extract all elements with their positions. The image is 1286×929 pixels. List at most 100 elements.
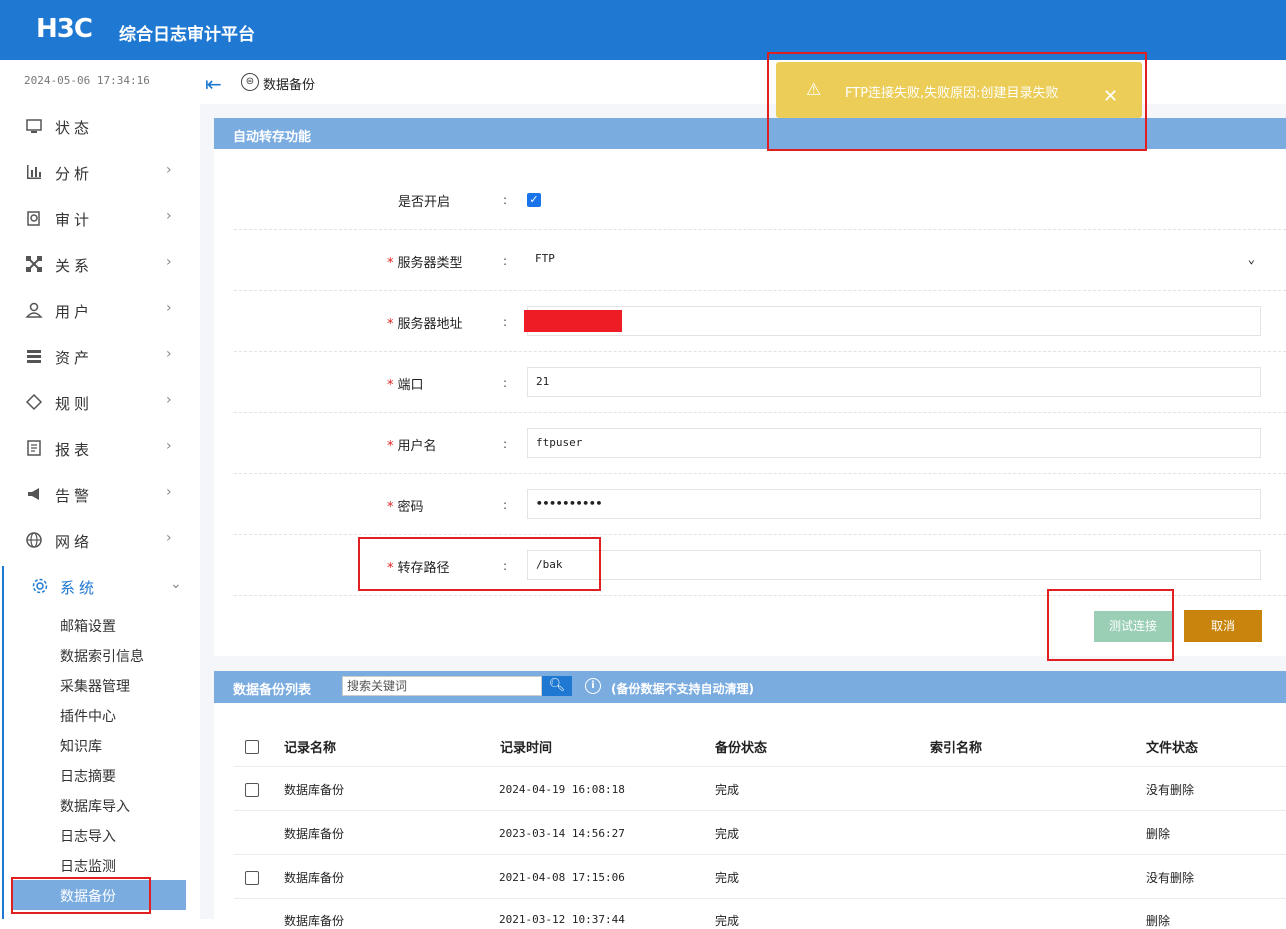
chevron-right-icon: › — [166, 254, 172, 270]
sidebar-subitem-log-summary[interactable]: 日志摘要 — [60, 766, 116, 786]
cell-file-status: 删除 — [1146, 914, 1171, 928]
backup-table — [214, 703, 1286, 919]
audit-icon — [24, 209, 44, 229]
sidebar-item-asset[interactable]: 资产 › — [0, 337, 200, 377]
port-label: * 端口 — [387, 374, 424, 393]
sidebar-item-relation[interactable]: 关系 › — [0, 245, 200, 285]
cell-status: 完成 — [715, 783, 740, 797]
sidebar-subitem-mail-settings[interactable]: 邮箱设置 — [60, 616, 116, 636]
cell-name: 数据库备份 — [284, 827, 345, 841]
cell-time: 2021-03-12 10:37:44 — [499, 913, 625, 926]
cell-status: 完成 — [715, 914, 740, 928]
bar-chart-icon — [24, 163, 44, 183]
sidebar-item-network[interactable]: 网络 › — [0, 521, 200, 561]
cell-name: 数据库备份 — [284, 871, 345, 885]
sidebar-item-status[interactable]: 状态 — [0, 107, 200, 147]
row-divider — [234, 290, 1286, 291]
server-address-input[interactable] — [527, 306, 1261, 336]
user-icon — [24, 301, 44, 321]
sidebar-subitem-db-import[interactable]: 数据库导入 — [60, 796, 130, 816]
password-input[interactable]: •••••••••• — [527, 489, 1261, 519]
highlight-box-path — [358, 537, 601, 591]
breadcrumb-page: 数据备份 — [263, 78, 316, 93]
sidebar-item-analysis[interactable]: 分析 › — [0, 153, 200, 193]
row-divider — [234, 854, 1286, 855]
sidebar-item-user[interactable]: 用户 › — [0, 291, 200, 331]
sidebar-item-label: 系统 — [60, 579, 99, 597]
sidebar-subitem-log-monitor[interactable]: 日志监测 — [60, 856, 116, 876]
sidebar-item-audit[interactable]: 审计 › — [0, 199, 200, 239]
column-header: 文件状态 — [1146, 741, 1199, 756]
required-mark: * — [387, 439, 394, 454]
path-input[interactable]: /bak — [527, 550, 1261, 580]
chevron-right-icon: › — [166, 162, 172, 178]
sidebar-subitem-knowledge-base[interactable]: 知识库 — [60, 736, 102, 756]
cell-time: 2023-03-14 14:56:27 — [499, 827, 625, 840]
search-button[interactable]: 🔍︎ — [542, 676, 572, 696]
cell-file-status: 没有删除 — [1146, 871, 1195, 885]
colon: : — [503, 376, 508, 390]
sidebar-item-report[interactable]: 报表 › — [0, 429, 200, 469]
colon: : — [503, 498, 508, 512]
chevron-right-icon: › — [166, 208, 172, 224]
colon: : — [503, 254, 508, 268]
row-divider — [234, 810, 1286, 811]
cell-file-status: 删除 — [1146, 827, 1171, 841]
chevron-right-icon: › — [166, 300, 172, 316]
sidebar-item-rules[interactable]: 规则 › — [0, 383, 200, 423]
required-mark: * — [387, 500, 394, 515]
sidebar-item-label: 用户 — [55, 303, 94, 321]
diamond-icon — [24, 393, 44, 413]
collapse-sidebar-icon[interactable]: ⇤ — [205, 72, 222, 96]
sidebar-item-label: 告警 — [55, 487, 94, 505]
row-divider — [234, 534, 1286, 535]
chevron-right-icon: › — [166, 438, 172, 454]
sidebar-item-label: 状态 — [55, 119, 94, 137]
cell-name: 数据库备份 — [284, 914, 345, 928]
megaphone-icon — [24, 485, 44, 505]
sidebar-subitem-log-import[interactable]: 日志导入 — [60, 826, 116, 846]
sidebar-item-label: 审计 — [55, 211, 94, 229]
colon: : — [503, 437, 508, 451]
sidebar-subitem-collector[interactable]: 采集器管理 — [60, 676, 130, 696]
chevron-right-icon: › — [166, 346, 172, 362]
row-divider — [234, 351, 1286, 352]
server-type-select[interactable]: FTP ⌄ — [527, 245, 1261, 275]
row-checkbox[interactable] — [245, 783, 259, 797]
chevron-down-icon: ⌄ — [170, 576, 182, 592]
server-type-label-text: 服务器类型 — [397, 256, 463, 271]
row-checkbox[interactable] — [245, 871, 259, 885]
server-address-label: * 服务器地址 — [387, 313, 463, 332]
report-icon — [24, 439, 44, 459]
server-type-label: * 服务器类型 — [387, 252, 463, 271]
required-mark: * — [387, 256, 394, 271]
cell-status: 完成 — [715, 827, 740, 841]
colon: : — [503, 193, 508, 207]
row-divider — [234, 229, 1286, 230]
cell-time: 2021-04-08 17:15:06 — [499, 871, 625, 884]
highlight-box-test — [1047, 589, 1174, 661]
password-label-text: 密码 — [397, 500, 424, 515]
system-group-indicator — [2, 566, 4, 919]
sidebar-item-system[interactable]: 系统 ⌄ — [0, 567, 200, 607]
server-address-label-text: 服务器地址 — [397, 317, 463, 332]
username-input[interactable]: ftpuser — [527, 428, 1261, 458]
search-input[interactable]: 搜索关键词 — [342, 676, 542, 696]
column-header: 记录时间 — [500, 741, 553, 756]
port-input[interactable]: 21 — [527, 367, 1261, 397]
cancel-button[interactable]: 取消 — [1184, 610, 1262, 642]
sidebar-subitem-data-index[interactable]: 数据索引信息 — [60, 646, 144, 666]
select-all-checkbox[interactable] — [245, 740, 259, 754]
chevron-right-icon: › — [166, 530, 172, 546]
network-relation-icon — [24, 255, 44, 275]
info-icon: i — [585, 678, 601, 694]
chevron-right-icon: › — [166, 484, 172, 500]
panel-title: 自动转存功能 — [233, 130, 312, 145]
column-header: 备份状态 — [715, 741, 768, 756]
sidebar-subitem-plugin-center[interactable]: 插件中心 — [60, 706, 116, 726]
port-label-text: 端口 — [397, 378, 424, 393]
row-divider — [234, 898, 1286, 899]
enabled-checkbox[interactable]: ✓ — [527, 193, 541, 207]
sidebar-item-alarm[interactable]: 告警 › — [0, 475, 200, 515]
chevron-down-icon: ⌄ — [1247, 252, 1255, 266]
